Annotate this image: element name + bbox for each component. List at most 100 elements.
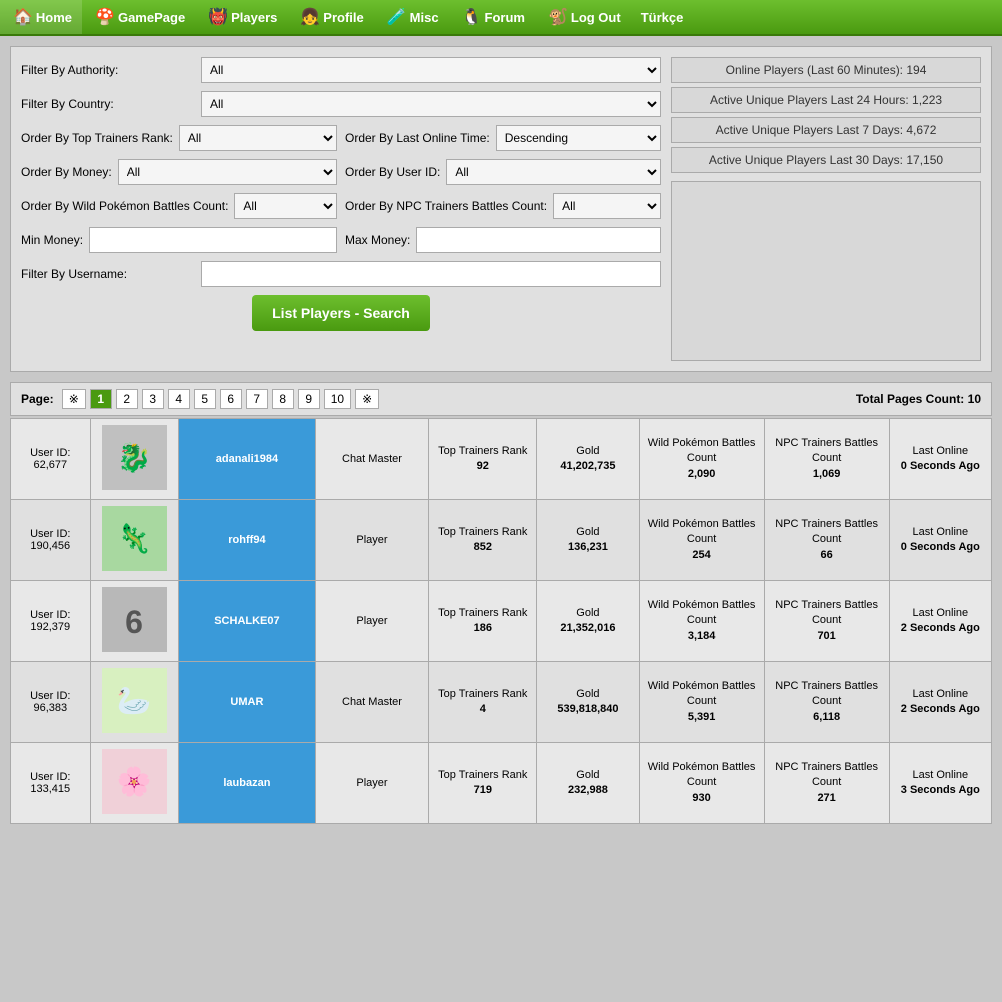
profile-icon: 👧 xyxy=(300,7,320,27)
npc-cell: NPC Trainers Battles Count701 xyxy=(764,581,889,662)
table-row: User ID: 192,379 6 SCHALKE07 Player Top … xyxy=(11,581,992,662)
filter-last-online-label: Order By Last Online Time: xyxy=(345,131,490,145)
page-prev-icon[interactable]: ※ xyxy=(62,389,86,409)
navbar: 🏠 Home 🍄 GamePage 👹 Players 👧 Profile 🧪 … xyxy=(0,0,1002,36)
nav-profile[interactable]: 👧 Profile xyxy=(287,0,373,34)
misc-icon: 🧪 xyxy=(387,7,407,27)
nav-forum[interactable]: 🐧 Forum xyxy=(449,0,535,34)
filter-username-row: Filter By Username: xyxy=(21,261,661,287)
role-cell: Player xyxy=(315,500,429,581)
userid-cell: User ID: 133,415 xyxy=(11,743,91,824)
online-cell: Last Online0 Seconds Ago xyxy=(889,500,991,581)
nav-players[interactable]: 👹 Players xyxy=(195,0,287,34)
filter-left: Filter By Authority: All Filter By Count… xyxy=(21,57,661,361)
username-cell[interactable]: rohff94 xyxy=(179,500,315,581)
avatar-cell: 🐉 xyxy=(90,419,179,500)
rank-cell: Top Trainers Rank186 xyxy=(429,581,537,662)
filter-last-online-cell: Order By Last Online Time: Descending xyxy=(345,125,661,151)
filter-userid-label: Order By User ID: xyxy=(345,165,440,179)
nav-logout[interactable]: 🐒 Log Out xyxy=(535,0,631,34)
stat-online-60: Online Players (Last 60 Minutes): 194 xyxy=(671,57,981,83)
wild-cell: Wild Pokémon Battles Count254 xyxy=(639,500,764,581)
npc-cell: NPC Trainers Battles Count271 xyxy=(764,743,889,824)
filter-npc-cell: Order By NPC Trainers Battles Count: All xyxy=(345,193,661,219)
userid-value: 96,383 xyxy=(33,702,67,714)
userid-label: User ID: xyxy=(30,690,70,702)
username-cell[interactable]: laubazan xyxy=(179,743,315,824)
nav-home[interactable]: 🏠 Home xyxy=(0,0,82,34)
gold-cell: Gold136,231 xyxy=(537,500,639,581)
filter-money-select[interactable]: All xyxy=(118,159,337,185)
filter-max-money-cell: Max Money: xyxy=(345,227,661,253)
filter-username-input[interactable] xyxy=(201,261,661,287)
userid-cell: User ID: 62,677 xyxy=(11,419,91,500)
page-9[interactable]: 9 xyxy=(298,389,320,409)
filter-userid-select[interactable]: All xyxy=(446,159,661,185)
gold-cell: Gold539,818,840 xyxy=(537,662,639,743)
userid-label: User ID: xyxy=(30,447,70,459)
home-icon: 🏠 xyxy=(13,7,33,27)
rank-cell: Top Trainers Rank719 xyxy=(429,743,537,824)
rank-cell: Top Trainers Rank852 xyxy=(429,500,537,581)
page-10[interactable]: 10 xyxy=(324,389,351,409)
filter-max-money-input[interactable] xyxy=(416,227,661,253)
filter-min-money-cell: Min Money: xyxy=(21,227,337,253)
stat-active-30: Active Unique Players Last 30 Days: 17,1… xyxy=(671,147,981,173)
filter-userid-cell: Order By User ID: All xyxy=(345,159,661,185)
npc-cell: NPC Trainers Battles Count1,069 xyxy=(764,419,889,500)
filter-country-select[interactable]: All xyxy=(201,91,661,117)
page-3[interactable]: 3 xyxy=(142,389,164,409)
filter-max-money-label: Max Money: xyxy=(345,233,410,247)
page-8[interactable]: 8 xyxy=(272,389,294,409)
gamepage-icon: 🍄 xyxy=(95,7,115,27)
avatar-cell: 🦎 xyxy=(90,500,179,581)
page-7[interactable]: 7 xyxy=(246,389,268,409)
page-5[interactable]: 5 xyxy=(194,389,216,409)
svg-text:🦎: 🦎 xyxy=(116,522,151,555)
nav-gamepage[interactable]: 🍄 GamePage xyxy=(82,0,195,34)
table-row: User ID: 96,383 🦢 UMAR Chat Master Top T… xyxy=(11,662,992,743)
stat-active-24: Active Unique Players Last 24 Hours: 1,2… xyxy=(671,87,981,113)
page-2[interactable]: 2 xyxy=(116,389,138,409)
main-wrapper: Filter By Authority: All Filter By Count… xyxy=(0,36,1002,834)
role-cell: Player xyxy=(315,743,429,824)
nav-turkce[interactable]: Türkçe xyxy=(631,0,694,34)
filter-top-trainers-cell: Order By Top Trainers Rank: All xyxy=(21,125,337,151)
userid-value: 62,677 xyxy=(33,459,67,471)
filter-authority-select[interactable]: All xyxy=(201,57,661,83)
nav-misc[interactable]: 🧪 Misc xyxy=(374,0,449,34)
userid-label: User ID: xyxy=(30,609,70,621)
filter-username-label: Filter By Username: xyxy=(21,267,201,281)
filter-wild-label: Order By Wild Pokémon Battles Count: xyxy=(21,199,228,213)
userid-value: 133,415 xyxy=(30,783,70,795)
rank-cell: Top Trainers Rank92 xyxy=(429,419,537,500)
table-row: User ID: 133,415 🌸 laubazan Player Top T… xyxy=(11,743,992,824)
wild-cell: Wild Pokémon Battles Count3,184 xyxy=(639,581,764,662)
userid-cell: User ID: 96,383 xyxy=(11,662,91,743)
filter-top-trainers-select[interactable]: All xyxy=(179,125,337,151)
page-6[interactable]: 6 xyxy=(220,389,242,409)
username-cell[interactable]: UMAR xyxy=(179,662,315,743)
filter-npc-select[interactable]: All xyxy=(553,193,661,219)
role-cell: Player xyxy=(315,581,429,662)
filter-min-money-input[interactable] xyxy=(89,227,337,253)
page-next-icon[interactable]: ※ xyxy=(355,389,379,409)
userid-cell: User ID: 190,456 xyxy=(11,500,91,581)
username-cell[interactable]: SCHALKE07 xyxy=(179,581,315,662)
filter-country-label: Filter By Country: xyxy=(21,97,201,111)
total-pages: Total Pages Count: 10 xyxy=(856,392,981,406)
table-row: User ID: 190,456 🦎 rohff94 Player Top Tr… xyxy=(11,500,992,581)
avatar-cell: 🦢 xyxy=(90,662,179,743)
username-cell[interactable]: adanali1984 xyxy=(179,419,315,500)
filter-wild-select[interactable]: All xyxy=(234,193,337,219)
online-cell: Last Online0 Seconds Ago xyxy=(889,419,991,500)
page-4[interactable]: 4 xyxy=(168,389,190,409)
filter-authority-label: Filter By Authority: xyxy=(21,63,201,77)
stats-panel: Online Players (Last 60 Minutes): 194 Ac… xyxy=(671,57,981,361)
filter-last-online-select[interactable]: Descending xyxy=(496,125,661,151)
page-1[interactable]: 1 xyxy=(90,389,112,409)
role-cell: Chat Master xyxy=(315,419,429,500)
role-cell: Chat Master xyxy=(315,662,429,743)
search-button[interactable]: List Players - Search xyxy=(252,295,430,331)
svg-text:🌸: 🌸 xyxy=(116,765,151,798)
